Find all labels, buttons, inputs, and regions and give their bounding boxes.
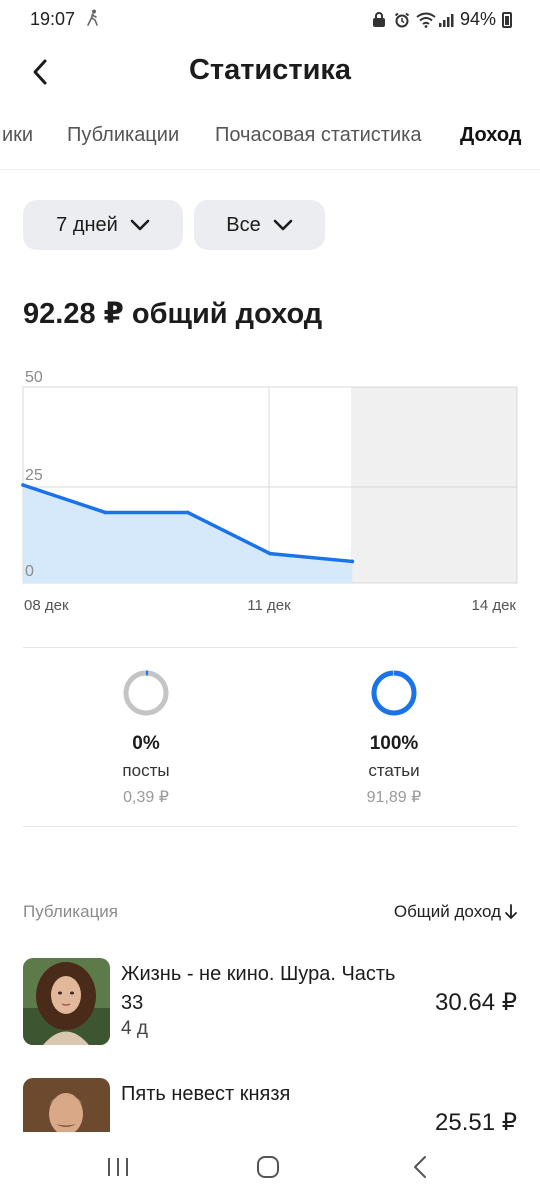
breakdown-posts: 0% посты 0,39 ₽ [66,668,226,807]
type-filter-label: Все [226,213,261,236]
chevron-down-icon [273,219,293,231]
list-item[interactable]: Пять невест князя 25.51 ₽ [0,1060,540,1132]
signal-icon [438,12,454,28]
posts-ring-icon [123,670,169,716]
breakdown-articles: 100% статьи 91,89 ₽ [314,668,474,807]
divider [23,826,517,827]
chart-future-area [351,387,517,583]
data-point [350,559,355,564]
back-icon[interactable] [400,1152,440,1182]
period-filter-label: 7 дней [56,213,118,236]
tab-publications[interactable]: Публикации [67,124,179,147]
tab-income[interactable]: Доход [460,124,521,147]
battery-icon [502,11,512,28]
publication-income: 25.51 ₽ [435,1109,517,1132]
data-point [185,510,190,515]
posts-percent: 0% [132,733,160,754]
status-bar: 19:07 94% [0,0,540,40]
sort-by-income-button[interactable]: Общий доход [394,902,517,922]
app-header: Статистика [0,40,540,102]
tab-bar: ики Публикации Почасовая статистика Дохо… [0,110,540,170]
y-tick-label: 25 [25,467,43,484]
posts-label: посты [122,761,170,780]
tab-partial[interactable]: ики [2,124,33,147]
alarm-icon [394,12,410,28]
data-point [268,551,272,556]
list-item[interactable]: Жизнь - не кино. Шура. Часть 33 4 д 30.6… [0,940,540,1045]
income-chart: 50 25 0 08 дек 11 дек 14 дек [0,360,540,630]
system-nav-bar [0,1134,540,1200]
recent-apps-icon[interactable] [98,1152,138,1182]
tab-hourly-stats[interactable]: Почасовая статистика [215,124,421,147]
arrow-down-icon [505,904,517,919]
period-filter[interactable]: 7 дней [23,200,183,250]
x-tick-label: 14 дек [471,597,516,614]
total-income: 92.28 ₽ общий доход [23,298,323,330]
publication-income: 30.64 ₽ [435,989,517,1016]
articles-ring-icon [371,670,417,716]
vpn-icon [372,11,388,28]
wifi-icon [416,12,436,28]
home-icon[interactable] [248,1152,288,1182]
divider [23,647,517,648]
posts-amount: 0,39 ₽ [123,789,169,806]
status-icons: 94% [372,9,512,30]
x-tick-label: 08 дек [24,597,69,614]
income-chart-svg: 50 25 0 08 дек 11 дек 14 дек [21,369,518,614]
publication-thumbnail [23,958,110,1045]
battery-percent: 94% [459,9,496,29]
articles-amount: 91,89 ₽ [366,789,422,806]
articles-label: статьи [368,761,420,780]
x-tick-label: 11 дек [247,597,291,614]
publication-title: Жизнь - не кино. Шура. Часть 33 [121,963,396,1014]
y-tick-label: 0 [25,563,34,580]
page-title: Статистика [188,54,352,86]
list-header-publication: Публикация [23,902,119,921]
publication-title: Пять невест князя [121,1083,291,1105]
type-filter[interactable]: Все [194,200,325,250]
publication-thumbnail [23,1078,110,1132]
publications-list: Жизнь - не кино. Шура. Часть 33 4 д 30.6… [0,940,540,1132]
status-time: 19:07 [30,9,76,29]
articles-percent: 100% [369,733,419,754]
walk-icon [86,9,100,32]
sort-label: Общий доход [393,902,501,921]
y-tick-label: 50 [25,369,43,386]
data-point [103,510,108,515]
publication-age: 4 д [121,1018,148,1039]
chevron-down-icon [130,219,150,231]
